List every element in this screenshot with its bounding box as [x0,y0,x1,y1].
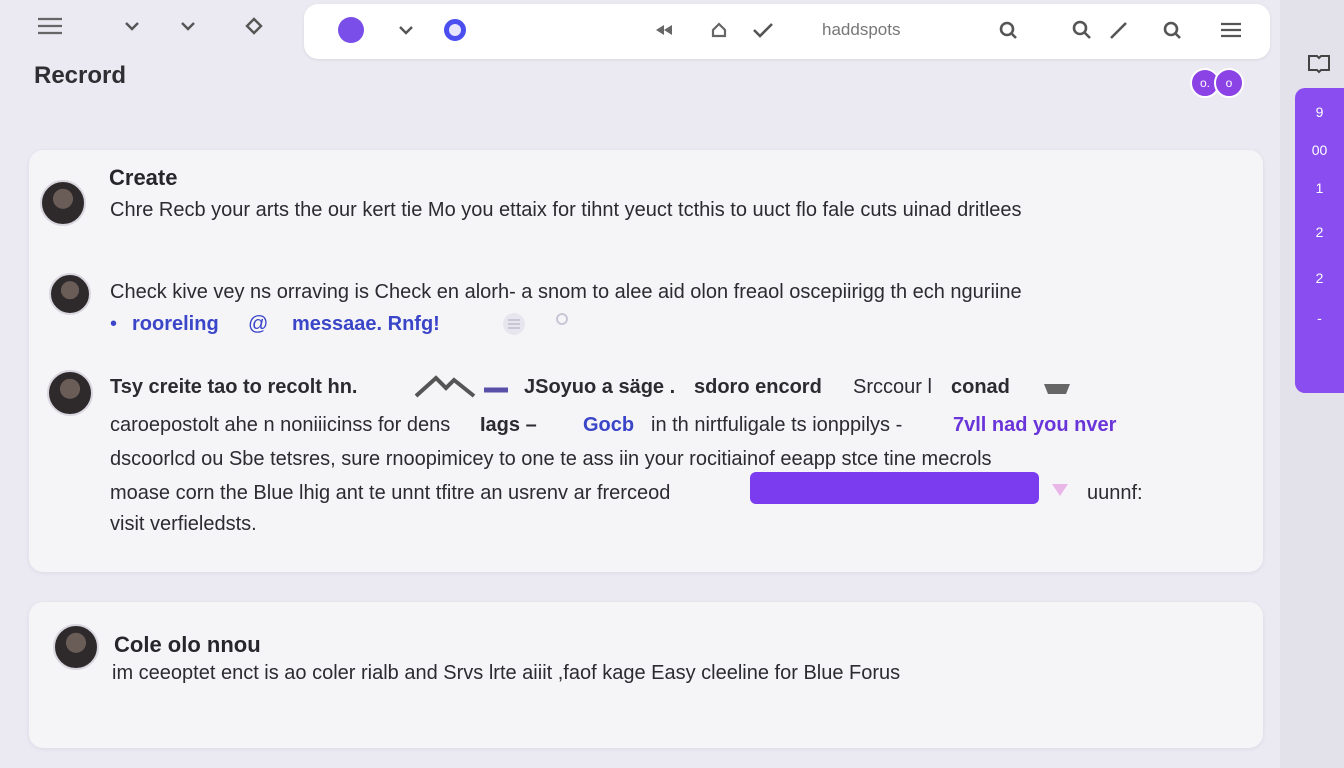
top-bar: haddspots [304,4,1270,59]
rail-item[interactable]: 9 [1295,104,1344,120]
message-highlight[interactable]: messaae. Rnfg! [292,313,440,336]
purple-dot-icon[interactable] [338,16,364,44]
book-icon[interactable] [1306,52,1332,74]
side-rail: 9 00 1 2 2 - [1295,88,1344,393]
menu-icon[interactable] [1220,16,1242,44]
at-icon: @ [248,313,269,335]
search-icon[interactable] [1072,16,1092,44]
message-text: moase corn the Blue lhig ant te unnt tfi… [110,482,671,504]
mountain-icon [414,374,476,403]
left-toolbar [0,0,300,56]
header-avatars[interactable]: o. o [1190,68,1244,98]
avatar[interactable] [40,180,86,226]
back-icon[interactable] [654,16,674,44]
search-text[interactable]: haddspots [822,16,900,44]
card-title: Cole olo nnou [114,632,261,657]
message-highlight[interactable]: 7vll nad you nver [953,414,1116,437]
message-text: Srccour l [853,376,932,398]
message-text: im ceeoptet enct is ao coler rialb and S… [112,662,901,684]
tag-icon[interactable] [1042,382,1072,401]
card-title: Create [109,165,178,190]
message-text: Chre Recb your arts the our kert tie Mo … [110,199,1022,221]
message-text: dscoorlcd ou Sbe tetsres, sure rnoopimic… [110,448,992,470]
flag-icon [1050,482,1070,505]
message-text: conad [951,376,1010,398]
avatar[interactable] [47,370,93,416]
message-text: uunnf: [1087,482,1143,504]
rail-item[interactable]: 1 [1295,180,1344,196]
search-icon[interactable] [998,16,1018,44]
search-label: haddspots [822,20,901,39]
chevron-down-icon[interactable] [398,16,414,44]
message-text: Iags – [480,414,537,436]
message-link[interactable]: Gocb [583,414,634,437]
progress-bar[interactable] [750,472,1039,504]
message-link[interactable]: rooreling [132,313,219,336]
avatar[interactable]: o [1214,68,1244,98]
list-icon[interactable] [500,312,528,341]
blue-dot-icon[interactable] [444,16,466,44]
message-text: JSoyuo a säge . [524,376,676,398]
message-text: caroepostolt ahe n noniiicinss for dens [110,414,451,436]
message-text: visit verfieledsts. [110,513,257,535]
search-icon[interactable] [1162,16,1182,44]
message-text: Check kive vey ns orraving is Check en a… [110,281,1022,303]
menu-icon[interactable] [36,14,64,38]
message-text: sdoro encord [694,376,822,398]
message-text: Tsy creite tao to recolt hn. [110,376,358,398]
chevron-down-icon[interactable] [118,14,146,38]
page-title: Recrord [34,62,127,89]
avatar[interactable] [53,624,99,670]
rail-item[interactable]: 00 [1295,142,1344,158]
diamond-icon[interactable] [240,14,268,38]
avatar[interactable] [49,273,91,315]
home-icon[interactable] [710,16,728,44]
chevron-down-icon[interactable] [174,14,202,38]
rail-item[interactable]: - [1295,310,1344,326]
circle-icon[interactable] [555,312,569,331]
dash-icon [482,382,510,400]
check-icon[interactable] [752,16,774,44]
bullet: • [110,313,118,335]
pen-icon[interactable] [1108,16,1130,44]
message-text: in th nirtfuligale ts ionppilys - [651,414,903,436]
rail-item[interactable]: 2 [1295,270,1344,286]
rail-item[interactable]: 2 [1295,224,1344,240]
